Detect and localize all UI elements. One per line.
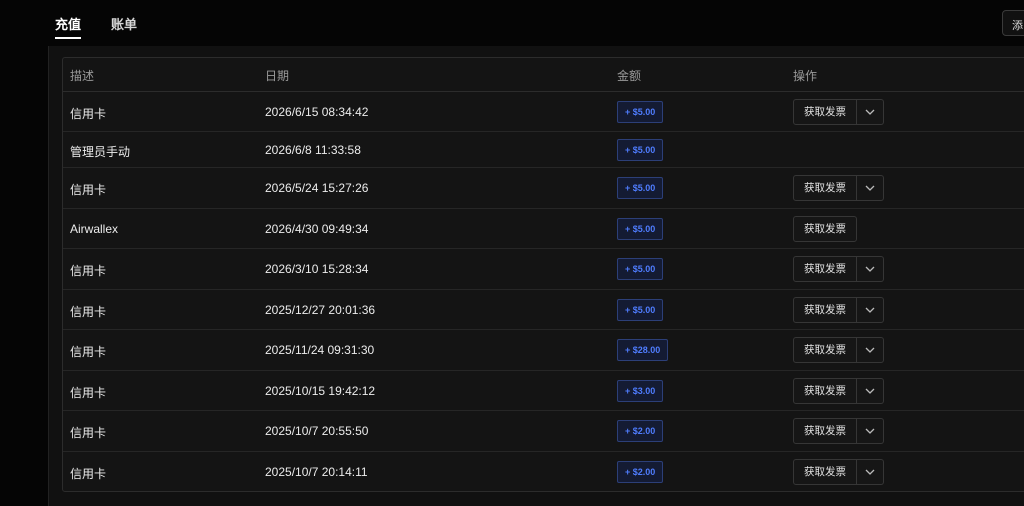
row-date: 2026/6/15 08:34:42 [265,104,369,119]
table-row: 信用卡 2026/3/10 15:28:34 + $5.00 获取发票 [63,249,1024,290]
table-row: 管理员手动 2026/6/8 11:33:58 + $5.00 [63,132,1024,168]
invoice-action-group: 获取发票 [793,337,884,363]
invoice-action-group: 获取发票 [793,418,884,444]
row-date: 2026/3/10 15:28:34 [265,262,369,276]
tab-recharge[interactable]: 充值 [55,14,82,39]
chevron-down-icon [865,307,875,313]
row-date: 2025/10/15 19:42:12 [265,383,376,398]
column-header-actions: 操作 [793,69,818,83]
row-date: 2025/10/7 20:55:50 [265,424,369,438]
invoice-action-group: 获取发票 [793,377,884,404]
get-invoice-button[interactable]: 获取发票 [793,296,857,323]
tab-billing[interactable]: 账单 [111,14,137,39]
row-description: 信用卡 [70,466,107,481]
get-invoice-button[interactable]: 获取发票 [793,337,857,363]
get-invoice-button[interactable]: 获取发票 [793,377,857,404]
invoice-action-group: 获取发票 [793,458,884,485]
row-description: 管理员手动 [70,144,131,159]
invoice-dropdown-button[interactable] [857,256,884,282]
table-row: 信用卡 2026/6/15 08:34:42 + $5.00 获取发票 [63,92,1024,132]
row-description: 信用卡 [70,106,107,121]
amount-badge: + $5.00 [617,298,664,321]
table-row: 信用卡 2025/10/7 20:55:50 + $2.00 获取发票 [63,411,1024,452]
invoice-dropdown-button[interactable] [857,175,884,201]
chevron-down-icon [865,388,875,394]
amount-badge: + $2.00 [617,460,664,483]
recharge-table: 描述 日期 金额 操作 信用卡 2026/6/15 08:34:42 + $5.00… [62,57,1024,492]
chevron-down-icon [865,109,875,115]
amount-badge: + $5.00 [617,138,664,161]
row-description: 信用卡 [70,183,107,197]
invoice-action-group: 获取发票 [793,98,884,125]
amount-badge: + $3.00 [617,379,664,402]
chevron-down-icon [865,266,875,272]
row-description: 信用卡 [70,304,107,319]
table-row: 信用卡 2025/11/24 09:31:30 + $28.00 获取发票 [63,330,1024,371]
invoice-dropdown-button[interactable] [857,98,884,125]
row-date: 2026/4/30 09:49:34 [265,221,369,236]
get-invoice-button[interactable]: 获取发票 [793,215,857,242]
get-invoice-button[interactable]: 获取发票 [793,418,857,444]
invoice-action-group: 获取发票 [793,175,884,201]
chevron-down-icon [865,347,875,353]
get-invoice-button[interactable]: 获取发票 [793,256,857,282]
tab-bar: 充值 账单 [55,14,137,39]
row-date: 2025/12/27 20:01:36 [265,302,376,317]
add-button[interactable]: 添 [1002,10,1024,36]
get-invoice-button[interactable]: 获取发票 [793,175,857,201]
row-date: 2026/6/8 11:33:58 [265,142,361,157]
row-date: 2025/11/24 09:31:30 [265,343,375,357]
invoice-action-group: 获取发票 [793,215,857,242]
table-row: 信用卡 2025/10/7 20:14:11 + $2.00 获取发票 [63,452,1024,491]
table-row: Airwallex 2026/4/30 09:49:34 + $5.00 获取发票 [63,209,1024,249]
column-header-description: 描述 [70,69,95,83]
invoice-dropdown-button[interactable] [857,458,884,485]
amount-badge: + $28.00 [617,339,669,361]
invoice-dropdown-button[interactable] [857,418,884,444]
row-description: 信用卡 [70,264,107,278]
chevron-down-icon [865,185,875,191]
invoice-action-group: 获取发票 [793,256,884,282]
get-invoice-button[interactable]: 获取发票 [793,98,857,125]
invoice-dropdown-button[interactable] [857,377,884,404]
top-bar: 充值 账单 添 [0,0,1024,46]
chevron-down-icon [865,428,875,434]
table-row: 信用卡 2025/10/15 19:42:12 + $3.00 获取发票 [63,371,1024,411]
invoice-dropdown-button[interactable] [857,337,884,363]
row-description: 信用卡 [70,426,107,440]
row-description: 信用卡 [70,345,107,359]
amount-badge: + $5.00 [617,177,664,199]
amount-badge: + $5.00 [617,100,664,123]
row-date: 2025/10/7 20:14:11 [265,464,368,479]
row-date: 2026/5/24 15:27:26 [265,181,369,195]
table-body: 信用卡 2026/6/15 08:34:42 + $5.00 获取发票 管理员手动 202… [63,92,1024,491]
amount-badge: + $5.00 [617,217,664,240]
table-header: 描述 日期 金额 操作 [63,58,1024,92]
amount-badge: + $2.00 [617,420,664,442]
chevron-down-icon [865,469,875,475]
amount-badge: + $5.00 [617,258,664,280]
column-header-date: 日期 [265,69,290,83]
column-header-amount: 金额 [617,69,642,83]
table-row: 信用卡 2025/12/27 20:01:36 + $5.00 获取发票 [63,290,1024,330]
invoice-action-group: 获取发票 [793,296,884,323]
row-description: 信用卡 [70,385,107,400]
invoice-dropdown-button[interactable] [857,296,884,323]
get-invoice-button[interactable]: 获取发票 [793,458,857,485]
table-row: 信用卡 2026/5/24 15:27:26 + $5.00 获取发票 [63,168,1024,209]
row-description: Airwallex [70,221,119,236]
